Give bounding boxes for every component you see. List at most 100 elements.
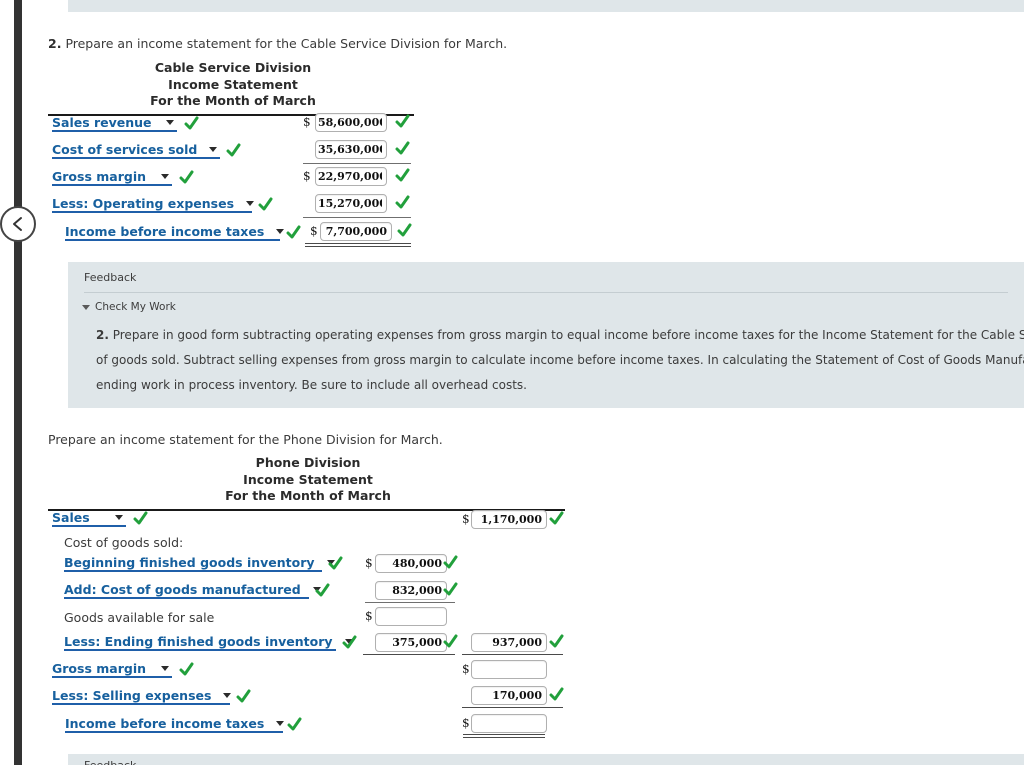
cable-row-0-label: Sales revenue — [52, 115, 152, 130]
chevron-down-icon — [161, 174, 169, 179]
chevron-down-icon — [223, 693, 232, 698]
feedback-panel-2: Feedback — [68, 754, 1024, 765]
cable-row-3-label-check-icon — [258, 196, 273, 213]
chevron-down-icon — [209, 147, 218, 152]
phone-row-2-amount-input[interactable] — [375, 554, 447, 573]
phone-row-7-amount-check-icon — [549, 686, 564, 703]
cable-row-3-label: Less: Operating expenses — [52, 196, 235, 211]
check-my-work-toggle[interactable]: Check My Work — [68, 293, 1024, 313]
phone-row-6-account-select[interactable]: Gross margin — [52, 661, 172, 678]
triangle-down-icon — [82, 304, 90, 310]
cable-row-4-label-check-icon — [286, 224, 301, 241]
phone-row-6-amount-input[interactable] — [471, 660, 547, 679]
cable-row-0-amount-check-icon — [395, 113, 410, 130]
phone-row-0-dollar-sign: $ — [462, 512, 470, 526]
phone-total-double-rule — [463, 734, 545, 738]
cable-row-3-amount-check-icon — [395, 194, 410, 211]
phone-row-2-label: Beginning finished goods inventory — [64, 555, 315, 570]
feedback-1-line-2: of goods sold. Subtract selling expenses… — [96, 353, 1024, 367]
phone-subtotal-rule-4 — [462, 707, 563, 708]
phone-row-5-account-select[interactable]: Less: Ending finished goods inventory — [64, 634, 353, 651]
phone-title-line-3: For the Month of March — [225, 488, 391, 503]
phone-row-4-amount-input[interactable] — [375, 607, 447, 626]
cable-row-4-amount-check-icon — [397, 222, 412, 239]
phone-row-4-label: Goods available for sale — [64, 610, 215, 625]
phone-row-0-label: Sales — [52, 510, 90, 525]
phone-title-line-2: Income Statement — [243, 471, 373, 487]
check-my-work-label: Check My Work — [95, 301, 176, 313]
phone-row-1-label: Cost of goods sold: — [64, 535, 184, 550]
cable-row-1-label: Cost of services sold — [52, 142, 198, 157]
phone-subtotal-rule-3 — [462, 654, 563, 655]
cable-title-line-2: Income Statement — [168, 76, 298, 92]
phone-row-7-amount-input[interactable] — [471, 686, 547, 705]
phone-row-7-account-select[interactable]: Less: Selling expenses — [52, 688, 232, 705]
panel-collapse-button[interactable] — [0, 206, 36, 242]
question-2-text: Prepare an income statement for the Cabl… — [65, 36, 508, 51]
phone-row-7-label: Less: Selling expenses — [52, 688, 212, 703]
cable-row-1-amount-check-icon — [395, 140, 410, 157]
phone-division-statement: Phone Division Income Statement For the … — [48, 455, 568, 511]
phone-row-8-account-select[interactable]: Income before income taxes — [65, 716, 285, 733]
phone-row-2-label-check-icon — [328, 555, 343, 572]
question-3-prompt: Prepare an income statement for the Phon… — [48, 432, 443, 447]
phone-row-8-dollar-sign: $ — [462, 716, 470, 730]
phone-row-6-label-check-icon — [179, 661, 194, 678]
chevron-down-icon — [161, 666, 169, 671]
phone-row-5-amount-input[interactable] — [375, 633, 447, 652]
phone-statement-title: Phone Division Income Statement For the … — [48, 455, 568, 505]
cable-row-1-label-check-icon — [226, 142, 241, 159]
cable-service-division-statement: Cable Service Division Income Statement … — [48, 60, 418, 116]
phone-row-0-account-select[interactable]: Sales — [52, 510, 126, 527]
feedback-1-line-3: ending work in process inventory. Be sur… — [96, 378, 527, 392]
cable-subtotal-rule-2 — [303, 217, 411, 218]
phone-row-0-label-check-icon — [133, 510, 148, 527]
cable-row-2-label: Gross margin — [52, 169, 147, 184]
question-2-number: 2. — [48, 36, 62, 51]
cable-row-4-dollar-sign: $ — [310, 224, 318, 238]
left-rail — [14, 0, 22, 765]
phone-row-5-label: Less: Ending finished goods inventory — [64, 634, 333, 649]
cable-statement-title: Cable Service Division Income Statement … — [48, 60, 418, 110]
cable-row-3-amount-input[interactable] — [315, 194, 387, 213]
cable-row-0-amount-input[interactable] — [315, 113, 387, 132]
feedback-1-title: Feedback — [84, 271, 137, 284]
phone-row-8-amount-input[interactable] — [471, 714, 547, 733]
chevron-down-icon — [276, 721, 285, 726]
phone-row-6-dollar-sign: $ — [462, 662, 470, 676]
phone-row-3-amount-check-icon — [443, 581, 458, 598]
phone-row-0-amount-check-icon — [549, 510, 564, 527]
feedback-1-line-1: 2. Prepare in good form subtracting oper… — [96, 323, 1024, 348]
cable-row-1-account-select[interactable]: Cost of services sold — [52, 142, 220, 159]
phone-row-3-account-select[interactable]: Add: Cost of goods manufactured — [64, 582, 321, 599]
cable-row-2-label-check-icon — [179, 169, 194, 186]
phone-row-7-label-check-icon — [236, 688, 251, 705]
phone-title-line-1: Phone Division — [255, 455, 361, 470]
cable-row-0-dollar-sign: $ — [303, 115, 311, 129]
cable-row-4-amount-input[interactable] — [320, 222, 392, 241]
cable-row-1-amount-input[interactable] — [315, 140, 387, 159]
cable-row-3-account-select[interactable]: Less: Operating expenses — [52, 196, 255, 213]
cable-row-2-amount-input[interactable] — [315, 167, 387, 186]
phone-row-0-amount-input[interactable] — [471, 510, 547, 529]
cable-row-0-label-check-icon — [184, 115, 199, 132]
chevron-down-icon — [166, 120, 174, 125]
cable-total-double-rule — [305, 243, 411, 247]
cable-title-line-1: Cable Service Division — [154, 60, 312, 75]
phone-subtotal-rule-2 — [363, 654, 455, 655]
phone-row-3-amount-input[interactable] — [375, 581, 447, 600]
phone-row-3-label: Add: Cost of goods manufactured — [64, 582, 301, 597]
phone-subtotal-rule-1 — [365, 602, 455, 603]
question-page: 2. Prepare an income statement for the C… — [0, 0, 1024, 765]
phone-row-6-label: Gross margin — [52, 661, 147, 676]
phone-row-8-label-check-icon — [287, 716, 302, 733]
phone-row-2-amount-check-icon — [443, 554, 458, 571]
cable-row-0-account-select[interactable]: Sales revenue — [52, 115, 177, 132]
cable-row-2-account-select[interactable]: Gross margin — [52, 169, 172, 186]
phone-row-2-account-select[interactable]: Beginning finished goods inventory — [64, 555, 335, 572]
cable-subtotal-rule-1 — [303, 163, 411, 164]
phone-row-5-amount2-input[interactable] — [471, 633, 547, 652]
cable-row-2-dollar-sign: $ — [303, 169, 311, 183]
cable-row-4-account-select[interactable]: Income before income taxes — [65, 224, 285, 241]
cable-title-line-3: For the Month of March — [150, 93, 316, 108]
